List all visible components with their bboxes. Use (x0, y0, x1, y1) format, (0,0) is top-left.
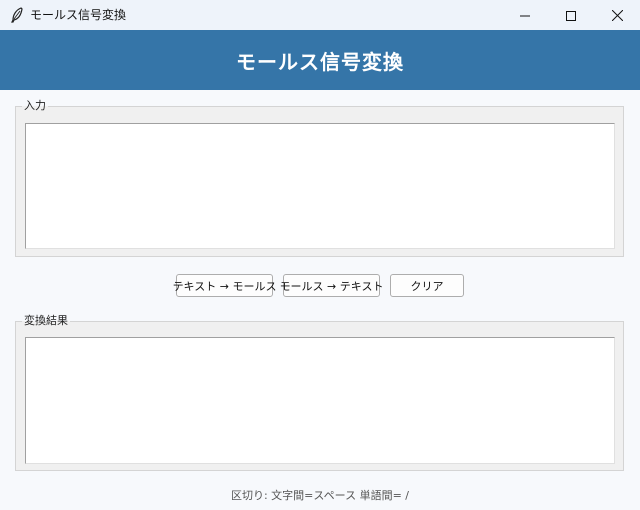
close-button[interactable] (594, 0, 640, 30)
clear-button[interactable]: クリア (390, 274, 464, 297)
input-group-label: 入力 (22, 99, 48, 113)
output-group: 変換結果 (15, 314, 624, 471)
feather-icon (10, 7, 24, 23)
input-group: 入力 (15, 99, 624, 257)
page-title: モールス信号変換 (236, 49, 404, 74)
footer-hint: 区切り: 文字間=スペース 単語間= / (230, 489, 409, 502)
minimize-button[interactable] (502, 0, 548, 30)
close-icon (611, 6, 623, 25)
minimize-icon (520, 6, 530, 25)
header-banner: モールス信号変換 (0, 30, 640, 90)
output-textarea[interactable] (25, 337, 615, 464)
output-group-label: 変換結果 (22, 314, 70, 328)
title-bar[interactable]: モールス信号変換 (0, 0, 640, 30)
window-title: モールス信号変換 (30, 8, 127, 22)
text-to-morse-button[interactable]: テキスト → モールス (173, 274, 276, 297)
maximize-icon (566, 6, 576, 25)
app-window: モールス信号変換 モールス信号変換 入力 テキスト → モールス モールス → … (0, 0, 640, 510)
input-textarea[interactable] (25, 123, 615, 249)
maximize-button[interactable] (548, 0, 594, 30)
morse-to-text-button[interactable]: モールス → テキスト (280, 274, 383, 297)
